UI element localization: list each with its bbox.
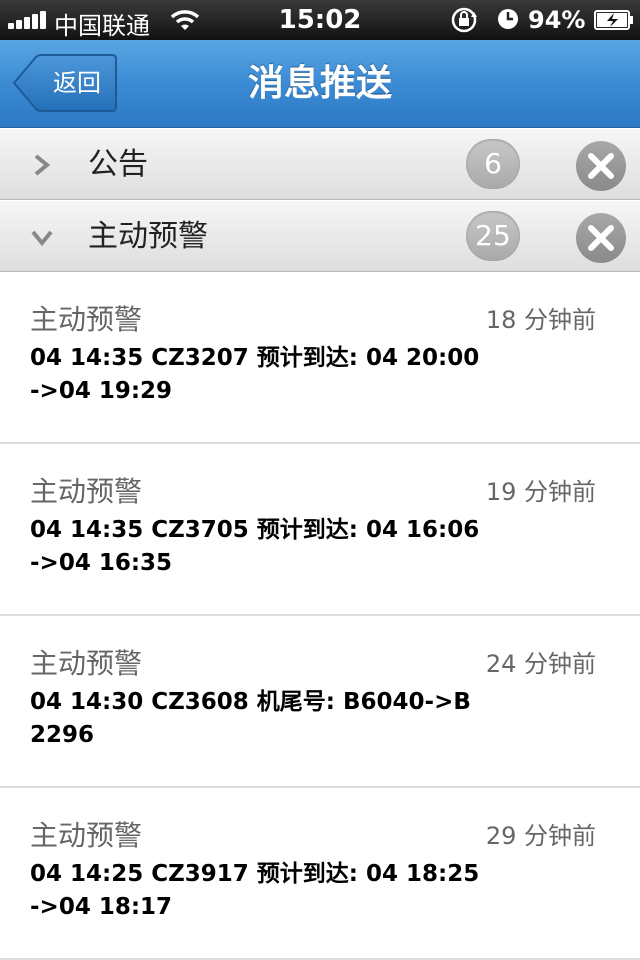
section-header-announcements[interactable]: 公告 6 xyxy=(0,128,640,200)
battery-charging-icon xyxy=(594,10,633,30)
message-time: 19 分钟前 xyxy=(485,478,596,506)
list-item[interactable]: 主动预警 19 分钟前 04 14:35 CZ3705 预计到达: 04 16:… xyxy=(0,444,640,616)
close-icon xyxy=(588,225,614,251)
section-label: 公告 xyxy=(88,147,148,182)
list-item[interactable]: 主动预警 18 分钟前 04 14:35 CZ3207 预计到达: 04 20:… xyxy=(0,272,640,444)
section-label: 主动预警 xyxy=(88,219,208,254)
chevron-down-icon xyxy=(31,230,53,247)
section-header-active-alerts[interactable]: 主动预警 25 xyxy=(0,200,640,272)
count-badge: 6 xyxy=(466,139,520,189)
list-item[interactable]: 主动预警 24 分钟前 04 14:30 CZ3608 机尾号: B6040->… xyxy=(0,616,640,788)
alarm-icon xyxy=(498,9,518,29)
count-badge: 25 xyxy=(466,211,520,261)
message-body: 04 14:35 CZ3207 预计到达: 04 20:00->04 19:29 xyxy=(30,345,480,404)
message-time: 18 分钟前 xyxy=(485,306,596,334)
message-time: 29 分钟前 xyxy=(485,822,596,850)
navigation-bar: 返回 消息推送 xyxy=(0,40,640,128)
message-body: 04 14:35 CZ3705 预计到达: 04 16:06->04 16:35 xyxy=(30,517,480,576)
message-type: 主动预警 xyxy=(30,819,143,852)
message-body: 04 14:25 CZ3917 预计到达: 04 18:25->04 18:17 xyxy=(30,861,480,920)
chevron-right-icon xyxy=(34,154,51,176)
close-icon xyxy=(588,153,614,179)
delete-section-button[interactable] xyxy=(576,213,626,263)
message-list: 主动预警 18 分钟前 04 14:35 CZ3207 预计到达: 04 20:… xyxy=(0,272,640,960)
message-body: 04 14:30 CZ3608 机尾号: B6040->B2296 xyxy=(30,689,471,748)
delete-section-button[interactable] xyxy=(576,141,626,191)
battery-percentage: 94% xyxy=(528,6,586,34)
message-time: 24 分钟前 xyxy=(485,650,596,678)
rotation-lock-icon xyxy=(451,7,477,33)
message-type: 主动预警 xyxy=(30,475,143,508)
page-title: 消息推送 xyxy=(247,63,392,104)
message-type: 主动预警 xyxy=(30,647,143,680)
list-item[interactable]: 主动预警 29 分钟前 04 14:25 CZ3917 预计到达: 04 18:… xyxy=(0,788,640,960)
status-bar: 中国联通 15:02 94% xyxy=(0,0,640,40)
message-type: 主动预警 xyxy=(30,303,143,336)
